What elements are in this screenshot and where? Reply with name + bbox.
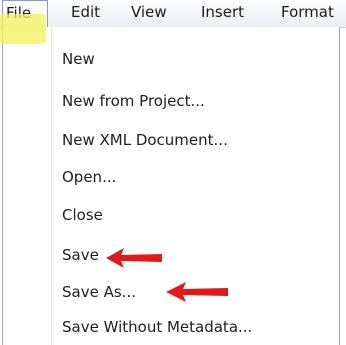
red-arrow-icon [106,248,162,268]
menu-edit[interactable]: Edit [71,0,100,27]
menu-bar: File Edit View Insert Format [0,0,346,28]
menu-view[interactable]: View [131,0,167,27]
menu-item-close[interactable]: Close [62,198,103,232]
menu-item-save[interactable]: Save [62,238,99,272]
file-menu-highlight [0,14,46,44]
menu-item-save-without-metadata[interactable]: Save Without Metadata... [62,310,252,344]
menu-insert[interactable]: Insert [201,0,244,27]
arrow-shape [106,248,162,268]
menu-format[interactable]: Format [281,0,334,27]
menu-item-new[interactable]: New [62,42,95,76]
arrow-shape [166,282,228,302]
menu-item-new-xml-document[interactable]: New XML Document... [62,123,228,157]
red-arrow-icon [166,282,228,302]
menu-icon-gutter [51,27,53,345]
menu-item-new-from-project[interactable]: New from Project... [62,84,205,118]
menu-item-save-as[interactable]: Save As... [62,275,136,309]
menu-item-open[interactable]: Open... [62,160,116,194]
